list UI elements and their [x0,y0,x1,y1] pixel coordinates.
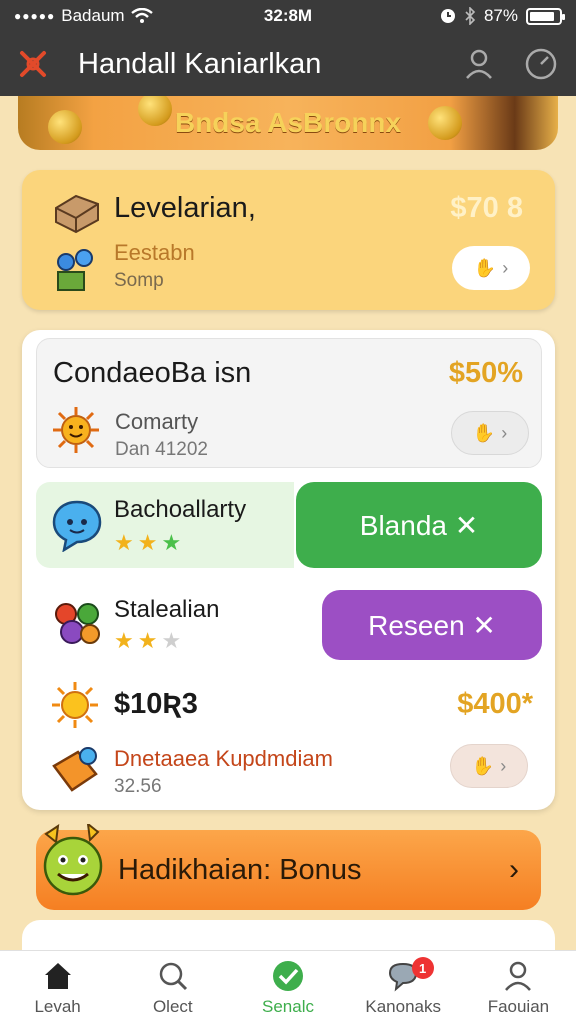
reward-action-button[interactable]: ✋ › [450,744,528,788]
timer-icon[interactable] [524,47,558,81]
hand-icon: ✋ [473,257,497,278]
star-icon: ★ [137,530,162,555]
carrier-label: Badaum [61,6,125,25]
mascot-icon [43,824,103,896]
tab-home[interactable]: Levah [0,951,115,1024]
hand-icon: ✋ [472,422,496,443]
star-icon: ★ [114,628,138,653]
challenge-action-button[interactable]: Reseen ✕ [322,590,542,660]
chevron-right-icon: › [500,755,507,776]
card-meta: Dan 41202 [115,439,208,460]
star-icon: ★ [114,530,138,555]
bluetooth-icon [465,7,476,25]
home-icon [44,962,71,989]
tab-label: Olect [152,996,193,1016]
star-icon: ★ [137,628,162,653]
card-subtitle: Comarty [115,409,199,434]
challenge-title: Stalealian [114,596,220,623]
tab-label: Levah [34,996,81,1016]
rating-stars: ★★★ [114,628,185,654]
level-card[interactable]: Levelarian, $70 8 Eestabn Somp ✋ › [22,170,555,310]
profile-icon [505,961,532,991]
ticket-icon [52,747,98,792]
tab-label: Faouian [487,996,550,1016]
card-meta: Somp [114,270,164,291]
campaign-card[interactable]: CondaeoBa isn $50% Comarty Dan 41202 ✋ › [36,338,542,468]
card-amount: $50% [448,357,523,389]
hand-icon: ✋ [471,755,495,776]
banner-text: Bndsa AsBronnx [174,107,402,138]
sun-icon [52,682,98,728]
alarm-icon [440,9,455,23]
card-amount: $70 8 [450,192,523,224]
battery-icon [526,7,565,25]
reward-subtitle: Dnetaaea Kupdmdiam [114,746,333,771]
card-action-button[interactable]: ✋ › [452,246,530,290]
challenges-panel: CondaeoBa isn $50% Comarty Dan 41202 ✋ › … [22,330,555,810]
coin-icon [48,110,82,144]
chevron-right-icon: › [501,422,508,443]
bonus-banner[interactable]: Hadikhaian: Bonus › [36,824,541,910]
wifi-icon [130,8,153,23]
card-title: CondaeoBa isn [53,357,252,389]
challenge-action-button[interactable]: Blanda ✕ [296,482,542,568]
chevron-right-icon: › [502,257,509,278]
challenge-title: Bachoallarty [114,496,247,523]
tab-check[interactable]: Senalc [230,951,345,1024]
clock: 32:8M [263,6,313,25]
check-icon [273,960,303,991]
reward-amount: $400* [457,688,533,720]
tab-chat[interactable]: 1 Kanonaks [346,951,461,1024]
page-title: Handall Kaniarlkan [78,47,322,80]
fruit-icon [55,603,100,644]
tab-label: Senalc [262,996,314,1016]
sun-icon [53,407,99,453]
promo-banner[interactable]: Bndsa AsBronnx [18,96,558,150]
signal-icon: ●●●●● [14,9,56,23]
app-header: Handall Kaniarlkan [0,32,576,96]
close-icon[interactable] [18,49,48,79]
reward-title: $10Ʀ3 [114,688,198,720]
chevron-right-icon[interactable]: › [509,853,519,887]
chest-icon [55,194,99,234]
card-title: Levelarian, [114,192,256,224]
chat-bubble-icon [52,500,102,552]
coin-icon [138,96,172,126]
search-icon [159,962,187,990]
notification-badge: 1 [411,957,434,979]
challenge-item[interactable]: Bachoallarty ★★★ [36,482,294,568]
status-bar: ●●●●● Badaum 32:8M 87% [0,0,576,32]
profile-icon[interactable] [462,47,496,81]
tab-search[interactable]: Olect [115,951,230,1024]
card-subtitle: Eestabn [114,240,195,265]
bonus-title: Hadikhaian: Bonus [118,853,362,886]
rating-stars: ★★★ [114,530,185,556]
flower-icon [57,249,93,291]
card-action-button[interactable]: ✋ › [451,411,529,455]
battery-percent: 87% [483,6,518,25]
tab-profile[interactable]: Faouian [461,951,576,1024]
reward-meta: 32.56 [114,776,162,797]
coin-icon [428,106,462,140]
tab-bar: Levah Olect Senalc 1 Kanonaks Faouian [0,950,576,1024]
tab-label: Kanonaks [365,996,442,1016]
star-icon: ★ [161,628,186,653]
star-icon: ★ [161,530,186,555]
